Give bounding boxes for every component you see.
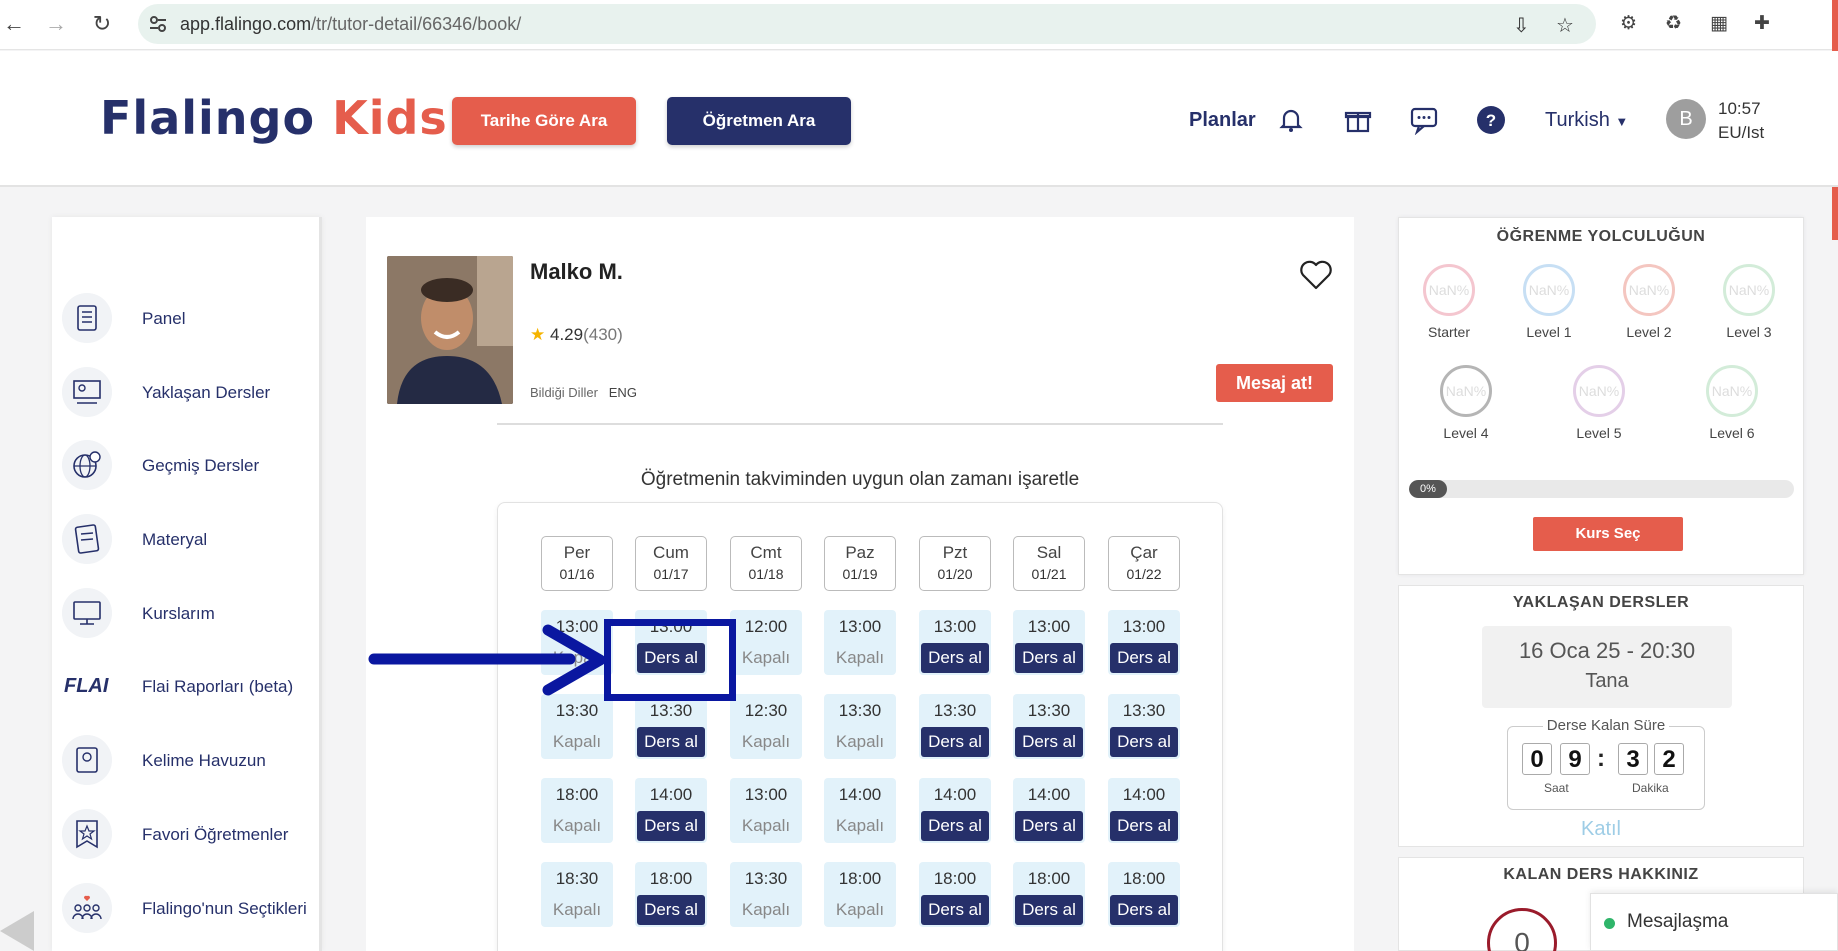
level-ring: NaN% xyxy=(1573,365,1625,417)
level-6: NaN% Level 6 xyxy=(1682,365,1782,441)
level-label: Level 2 xyxy=(1626,324,1672,340)
next-lesson-date: 16 Oca 25 - 20:30 xyxy=(1518,638,1696,663)
countdown-digit: 2 xyxy=(1654,743,1684,775)
level-starter: NaN% Starter xyxy=(1399,264,1499,340)
level-ring: NaN% xyxy=(1523,264,1575,316)
countdown-label: Derse Kalan Süre xyxy=(1508,717,1704,734)
level-label: Level 5 xyxy=(1576,425,1622,441)
countdown-digit: 9 xyxy=(1560,743,1590,775)
next-lesson-name: Tana xyxy=(1585,670,1629,692)
countdown-label-text: Derse Kalan Süre xyxy=(1542,717,1670,734)
level-1: NaN% Level 1 xyxy=(1499,264,1599,340)
journey-title: ÖĞRENME YOLCULUĞUN xyxy=(1496,228,1706,245)
minutes-label: Dakika xyxy=(1632,781,1669,795)
level-5: NaN% Level 5 xyxy=(1549,365,1649,441)
level-label: Level 4 xyxy=(1443,425,1489,441)
level-label: Level 1 xyxy=(1526,324,1572,340)
progress-fill: 0% xyxy=(1409,480,1447,498)
level-ring: NaN% xyxy=(1440,365,1492,417)
upcoming-title: YAKLAŞAN DERSLER xyxy=(1512,594,1690,611)
hours-label: Saat xyxy=(1544,781,1569,795)
level-ring: NaN% xyxy=(1723,264,1775,316)
select-course-button[interactable]: Kurs Seç xyxy=(1533,517,1683,551)
countdown-colon: : xyxy=(1597,745,1605,772)
next-lesson[interactable]: 16 Oca 25 - 20:30 Tana xyxy=(1482,626,1732,708)
upcoming-lessons-card: YAKLAŞAN DERSLER 16 Oca 25 - 20:30 Tana … xyxy=(1398,585,1804,847)
countdown-digit: 0 xyxy=(1522,743,1552,775)
learning-journey-card: ÖĞRENME YOLCULUĞUN NaN% Starter NaN% Level… xyxy=(1398,217,1804,575)
join-lesson-button[interactable]: Katıl xyxy=(1399,818,1803,841)
messaging-label: Mesajlaşma xyxy=(1627,911,1729,932)
level-ring: NaN% xyxy=(1623,264,1675,316)
annotation-highlight-box xyxy=(604,619,736,701)
level-2: NaN% Level 2 xyxy=(1599,264,1699,340)
countdown-digit: 3 xyxy=(1618,743,1648,775)
level-3: NaN% Level 3 xyxy=(1699,264,1799,340)
level-4: NaN% Level 4 xyxy=(1416,365,1516,441)
messaging-widget[interactable]: Mesajlaşma xyxy=(1590,893,1838,951)
journey-progress-bar: 0% xyxy=(1409,480,1794,498)
countdown: Derse Kalan Süre 0 9 : 3 2 Saat Dakika xyxy=(1507,717,1705,810)
level-label: Level 3 xyxy=(1726,324,1772,340)
level-ring: NaN% xyxy=(1423,264,1475,316)
level-label: Starter xyxy=(1427,324,1470,340)
remaining-title: KALAN DERS HAKKINIZ xyxy=(1503,866,1699,883)
level-label: Level 6 xyxy=(1709,425,1755,441)
remaining-credits-value: 0 xyxy=(1487,908,1557,951)
level-ring: NaN% xyxy=(1706,365,1758,417)
online-status-dot xyxy=(1604,918,1615,929)
